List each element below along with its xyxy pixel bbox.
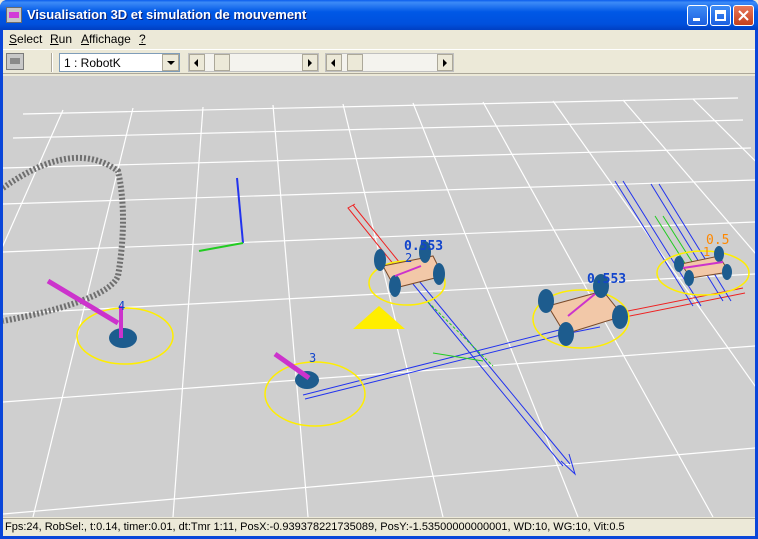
title-bar[interactable]: Visualisation 3D et simulation de mouvem… [0, 0, 758, 30]
application-window: Visualisation 3D et simulation de mouvem… [0, 0, 758, 539]
scroll-thumb[interactable] [347, 54, 363, 71]
close-button[interactable] [733, 5, 754, 26]
close-icon [738, 10, 749, 21]
robot-select[interactable]: 1 : RobotK [59, 53, 180, 72]
svg-text:1: 1 [703, 245, 710, 259]
svg-text:0.553: 0.553 [587, 272, 626, 287]
robot-select-value: 1 : RobotK [64, 56, 121, 70]
scrollbar-2[interactable] [325, 53, 454, 72]
toolbar-separator [51, 53, 53, 72]
svg-text:3: 3 [309, 351, 316, 365]
scroll-left-icon[interactable] [189, 54, 205, 71]
client-area: Select Run Affichage ? 1 : RobotK 4 3 0.… [3, 30, 755, 536]
menu-select[interactable]: Select [9, 32, 42, 46]
scrollbar-1[interactable] [188, 53, 319, 72]
maximize-icon [715, 10, 726, 21]
svg-text:2: 2 [405, 251, 412, 265]
scroll-left-icon[interactable] [326, 54, 342, 71]
app-icon[interactable] [6, 7, 22, 23]
scroll-right-icon[interactable] [302, 54, 318, 71]
menu-help[interactable]: ? [139, 32, 146, 46]
status-text: Fps:24, RobSel:, t:0.14, timer:0.01, dt:… [5, 521, 625, 533]
scroll-right-icon[interactable] [437, 54, 453, 71]
3d-viewport[interactable]: 4 3 0.553 2 0.553 0.5 1 [3, 76, 755, 517]
chevron-down-icon[interactable] [162, 54, 179, 71]
scroll-thumb[interactable] [214, 54, 230, 71]
view-icon[interactable] [6, 53, 24, 70]
minimize-icon [693, 18, 700, 21]
menu-affichage[interactable]: Affichage [81, 32, 131, 46]
menu-bar: Select Run Affichage ? [3, 30, 755, 48]
floor [3, 76, 755, 517]
status-bar: Fps:24, RobSel:, t:0.14, timer:0.01, dt:… [3, 518, 755, 536]
svg-text:4: 4 [118, 299, 125, 313]
3d-scene: 4 3 0.553 2 0.553 0.5 1 [3, 76, 755, 517]
window-title: Visualisation 3D et simulation de mouvem… [27, 7, 307, 22]
menu-run[interactable]: Run [50, 32, 72, 46]
toolbar: 1 : RobotK [3, 49, 755, 74]
minimize-button[interactable] [687, 5, 708, 26]
maximize-button[interactable] [710, 5, 731, 26]
